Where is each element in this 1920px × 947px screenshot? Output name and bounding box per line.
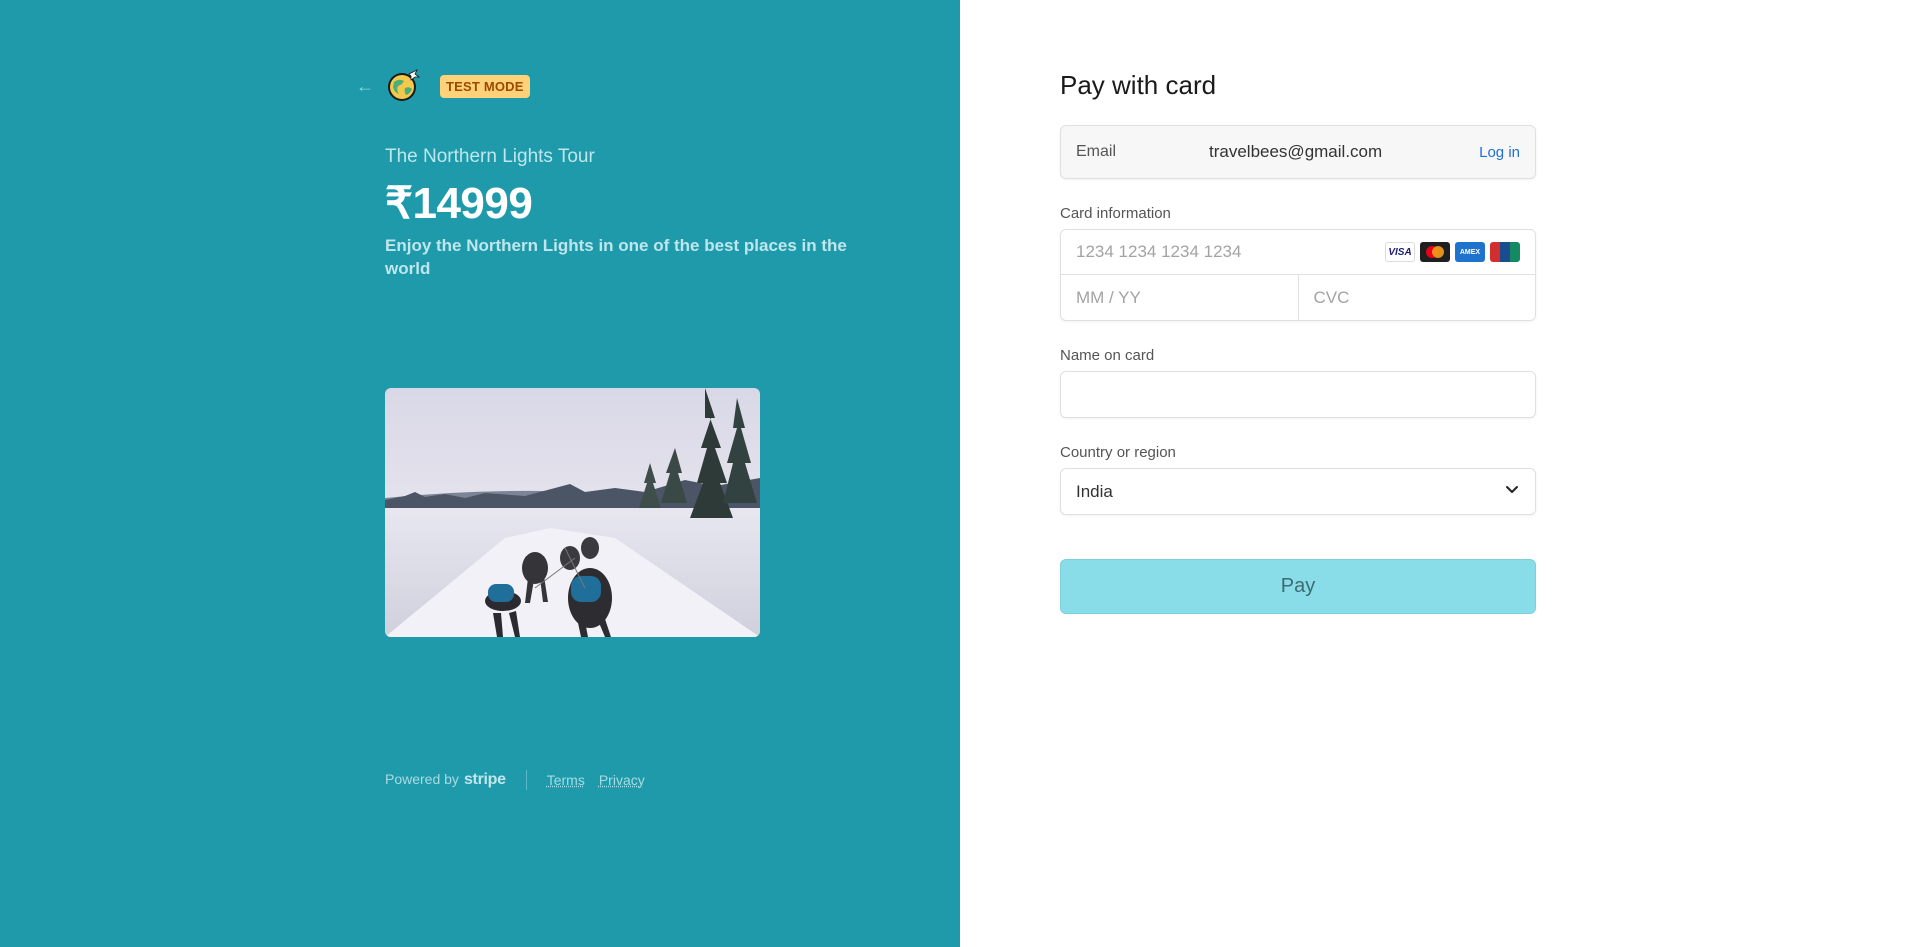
pay-button[interactable]: Pay xyxy=(1060,559,1536,614)
test-mode-badge: TEST MODE xyxy=(440,75,530,98)
unionpay-icon xyxy=(1490,242,1520,262)
country-value: India xyxy=(1076,481,1113,501)
card-information-label: Card information xyxy=(1060,205,1171,222)
card-number-row: VISA AMEX xyxy=(1061,230,1535,275)
product-price: ₹14999 xyxy=(385,179,533,228)
login-link[interactable]: Log in xyxy=(1479,144,1520,161)
email-field: Email travelbees@gmail.com Log in xyxy=(1060,125,1536,179)
product-description: Enjoy the Northern Lights in one of the … xyxy=(385,236,847,278)
card-expiry-cvc-row xyxy=(1061,275,1535,320)
stripe-logo: stripe xyxy=(463,771,506,788)
product-summary-panel: ← TEST MODE The Northern Lights Tour ₹14… xyxy=(0,0,960,947)
chevron-down-icon xyxy=(1504,481,1520,502)
mastercard-icon xyxy=(1420,242,1450,262)
card-number-input[interactable] xyxy=(1076,242,1385,262)
card-cvc-input[interactable] xyxy=(1313,287,1520,308)
card-information-group: VISA AMEX xyxy=(1060,229,1536,321)
page-footer: Powered by stripe Terms Privacy xyxy=(385,770,659,790)
country-label: Country or region xyxy=(1060,444,1176,461)
form-title: Pay with card xyxy=(1060,70,1217,100)
name-on-card-label: Name on card xyxy=(1060,347,1155,364)
powered-by-text: Powered by xyxy=(385,771,459,787)
payment-form: Pay with card Email travelbees@gmail.com… xyxy=(1060,70,1536,614)
back-arrow-icon[interactable]: ← xyxy=(356,76,376,96)
powered-by[interactable]: Powered by stripe xyxy=(385,771,506,789)
name-on-card-input[interactable] xyxy=(1076,384,1520,405)
country-select[interactable]: India xyxy=(1060,468,1536,515)
card-expiry-input[interactable] xyxy=(1076,287,1283,308)
name-on-card-field xyxy=(1060,371,1536,418)
amex-icon: AMEX xyxy=(1455,242,1485,262)
card-brands: VISA AMEX xyxy=(1385,242,1520,262)
visa-icon: VISA xyxy=(1385,242,1415,262)
product-image xyxy=(385,388,760,637)
footer-divider xyxy=(525,770,527,790)
brand-logo-icon xyxy=(385,68,421,104)
privacy-link[interactable]: Privacy xyxy=(599,772,645,788)
email-value: travelbees@gmail.com xyxy=(1209,142,1383,161)
product-name: The Northern Lights Tour xyxy=(385,146,595,167)
terms-link[interactable]: Terms xyxy=(547,772,585,788)
cvc-cell xyxy=(1299,275,1536,320)
expiry-cell xyxy=(1061,275,1299,320)
payment-panel: Pay with card Email travelbees@gmail.com… xyxy=(960,0,1920,947)
email-label: Email xyxy=(1076,143,1117,160)
